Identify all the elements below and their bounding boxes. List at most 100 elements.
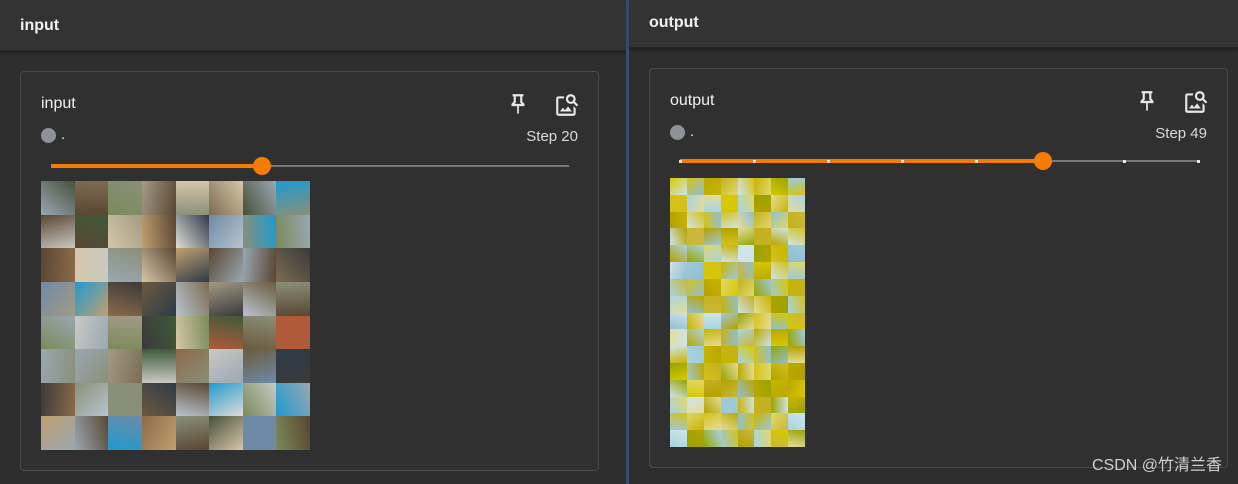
- image-thumbnail: [754, 278, 772, 296]
- image-thumbnail: [703, 346, 721, 363]
- image-thumbnail: [754, 312, 772, 330]
- image-thumbnail: [788, 245, 805, 263]
- image-thumbnail: [108, 248, 142, 282]
- image-thumbnail: [754, 178, 772, 195]
- image-thumbnail: [670, 329, 687, 347]
- image-thumbnail: [771, 312, 789, 330]
- image-thumbnail: [670, 278, 687, 296]
- image-thumbnail: [74, 181, 109, 215]
- image-thumbnail: [737, 245, 755, 263]
- image-thumbnail: [670, 295, 687, 313]
- image-thumbnail: [141, 315, 176, 350]
- image-thumbnail: [737, 262, 755, 279]
- step-label: Step 20: [526, 128, 578, 145]
- image-thumbnail: [686, 211, 704, 229]
- image-thumbnail: [670, 312, 687, 330]
- image-card-input: input . Step 20: [20, 71, 599, 471]
- image-thumbnail: [754, 245, 772, 263]
- image-thumbnail: [276, 214, 310, 249]
- image-thumbnail: [703, 211, 721, 229]
- image-thumbnail: [771, 396, 789, 414]
- image-thumbnail: [141, 214, 176, 249]
- step-label: Step 49: [1155, 125, 1207, 142]
- image-thumbnail: [276, 181, 310, 215]
- image-thumbnail: [788, 362, 805, 380]
- image-thumbnail: [754, 379, 772, 397]
- image-thumbnail: [703, 379, 721, 397]
- image-thumbnail: [74, 315, 109, 350]
- image-thumbnail: [771, 194, 789, 212]
- image-thumbnail: [703, 430, 721, 447]
- image-thumbnail: [771, 362, 789, 380]
- image-search-icon[interactable]: [1183, 89, 1209, 115]
- image-thumbnail: [175, 181, 210, 215]
- image-thumbnail: [720, 379, 738, 397]
- image-thumbnail: [788, 396, 805, 414]
- image-thumbnail: [74, 281, 109, 316]
- image-thumbnail: [276, 416, 310, 450]
- image-thumbnail: [771, 278, 789, 296]
- image-thumbnail: [771, 211, 789, 229]
- image-search-icon[interactable]: [554, 92, 580, 118]
- slider-tick: [753, 160, 756, 163]
- slider-tick: [827, 160, 830, 163]
- image-thumbnail: [74, 349, 109, 383]
- image-thumbnail: [209, 382, 243, 417]
- image-thumbnail: [686, 194, 704, 212]
- image-thumbnail: [108, 214, 142, 249]
- image-thumbnail: [686, 245, 704, 263]
- pin-icon[interactable]: [505, 92, 531, 118]
- card-title: output: [670, 92, 715, 109]
- image-thumbnail: [703, 295, 721, 313]
- image-thumbnail: [175, 349, 210, 383]
- image-thumbnail: [141, 248, 176, 282]
- image-thumbnail: [703, 362, 721, 380]
- image-thumbnail: [737, 278, 755, 296]
- image-thumbnail: [41, 281, 75, 316]
- step-slider[interactable]: [51, 156, 569, 176]
- image-thumbnail: [737, 430, 755, 447]
- image-thumbnail: [703, 413, 721, 431]
- image-thumbnail: [720, 278, 738, 296]
- image-thumbnail: [276, 248, 310, 282]
- image-thumbnail: [737, 413, 755, 431]
- image-thumbnail: [788, 295, 805, 313]
- image-thumbnail: [771, 178, 789, 195]
- image-thumbnail: [754, 329, 772, 347]
- image-thumbnail: [686, 178, 704, 195]
- image-thumbnail: [242, 281, 277, 316]
- image-thumbnail: [41, 214, 75, 249]
- image-thumbnail: [686, 228, 704, 246]
- image-thumbnail: [670, 430, 687, 447]
- image-thumbnail: [737, 211, 755, 229]
- output-pane: output output . Step 49: [629, 0, 1238, 484]
- image-thumbnail: [670, 346, 687, 363]
- image-thumbnail: [209, 349, 243, 383]
- image-thumbnail: [670, 362, 687, 380]
- image-thumbnail: [788, 329, 805, 347]
- image-thumbnail: [720, 396, 738, 414]
- image-thumbnail: [141, 281, 176, 316]
- image-thumbnail: [703, 396, 721, 414]
- image-thumbnail: [771, 245, 789, 263]
- step-slider[interactable]: [679, 151, 1200, 171]
- image-thumbnail: [209, 181, 243, 215]
- image-thumbnail: [788, 262, 805, 279]
- pane-title: output: [649, 14, 699, 31]
- image-thumbnail: [41, 315, 75, 350]
- image-thumbnail: [276, 349, 310, 383]
- pin-icon[interactable]: [1134, 89, 1160, 115]
- image-thumbnail: [686, 329, 704, 347]
- slider-thumb[interactable]: [253, 157, 272, 175]
- image-thumbnail: [754, 430, 772, 447]
- image-thumbnail: [788, 430, 805, 447]
- image-thumbnail: [720, 262, 738, 279]
- slider-thumb[interactable]: [1033, 152, 1052, 170]
- image-thumbnail: [720, 211, 738, 229]
- image-thumbnail: [771, 329, 789, 347]
- image-thumbnail: [175, 315, 210, 350]
- image-thumbnail: [670, 211, 687, 229]
- watermark: CSDN @竹清兰香: [1091, 457, 1222, 474]
- image-thumbnail: [788, 312, 805, 330]
- image-thumbnail: [209, 315, 243, 350]
